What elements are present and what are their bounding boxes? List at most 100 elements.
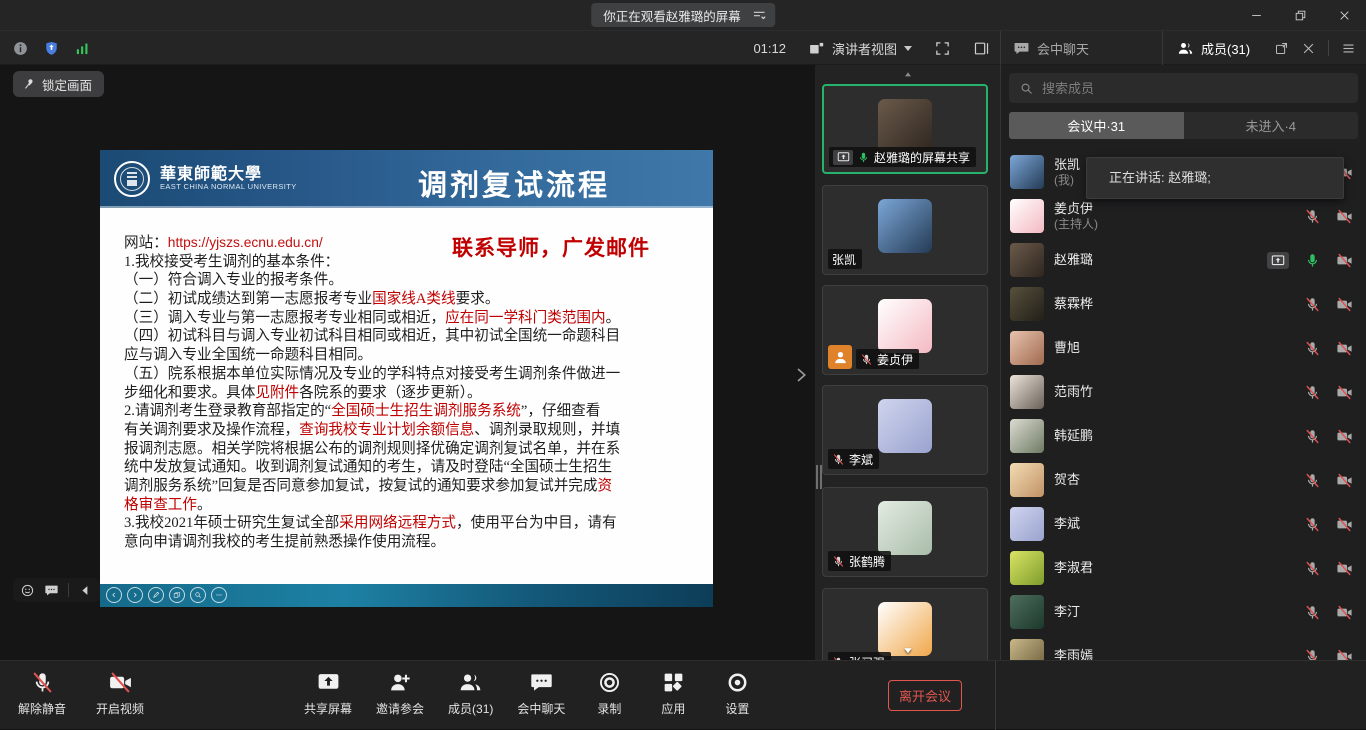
- member-row[interactable]: 李汀: [1001, 590, 1366, 634]
- mic-muted-icon[interactable]: [1304, 472, 1321, 489]
- toolbar-button-settings[interactable]: 设置: [711, 661, 763, 721]
- slide-text-segment: ，使用平台为中目，请有: [456, 515, 617, 531]
- member-row[interactable]: 李斌: [1001, 502, 1366, 546]
- thumbnail-name-label: 张习强: [828, 652, 891, 660]
- member-row[interactable]: 赵雅璐: [1001, 238, 1366, 282]
- member-row[interactable]: 韩延鹏: [1001, 414, 1366, 458]
- mic-on-icon[interactable]: [1304, 252, 1321, 269]
- mic-on-icon: [857, 151, 870, 164]
- emoji-reaction-icon[interactable]: [20, 583, 35, 598]
- participant-name: 姜贞伊: [877, 351, 913, 368]
- minimize-button[interactable]: [1234, 0, 1278, 30]
- toolbar-button-record[interactable]: 录制: [583, 661, 635, 721]
- quick-chat-icon[interactable]: [44, 583, 59, 598]
- slide-text-segment: 要求。: [456, 291, 500, 307]
- share-screen-icon: [316, 670, 341, 695]
- video-thumbnail[interactable]: 姜贞伊: [822, 285, 988, 375]
- search-input[interactable]: [1042, 81, 1322, 96]
- camera-off-icon[interactable]: [1336, 296, 1353, 313]
- member-avatar: [1010, 507, 1044, 541]
- mic-muted-icon[interactable]: [1304, 340, 1321, 357]
- camera-off-icon[interactable]: [1336, 384, 1353, 401]
- network-signal-icon[interactable]: [74, 40, 91, 57]
- camera-off-icon[interactable]: [1336, 472, 1353, 489]
- video-thumbnail[interactable]: 赵雅璐的屏幕共享: [822, 84, 988, 174]
- member-search-box[interactable]: [1009, 73, 1358, 103]
- member-row[interactable]: 李淑君: [1001, 546, 1366, 590]
- leave-meeting-button[interactable]: 离开会议: [888, 680, 962, 711]
- mic-muted-icon[interactable]: [1304, 384, 1321, 401]
- mic-muted-icon[interactable]: [1304, 208, 1321, 225]
- toolbar-button-share-screen[interactable]: 共享屏幕: [298, 661, 358, 721]
- mic-muted-icon[interactable]: [1304, 560, 1321, 577]
- shared-screen-area: 锁定画面 華東師範大學 EAST CHINA NORMAL UNIVERSITY…: [0, 65, 815, 660]
- slide-text-segment: （三）调入专业与第一志愿报考专业相同或相近，: [124, 310, 445, 326]
- video-thumbnail[interactable]: 张凯: [822, 185, 988, 275]
- lock-view-button[interactable]: 锁定画面: [13, 71, 104, 97]
- member-row[interactable]: 蔡霖桦: [1001, 282, 1366, 326]
- participant-avatar: [878, 501, 932, 555]
- mic-muted-icon[interactable]: [1304, 516, 1321, 533]
- member-text: 张凯(我): [1054, 157, 1080, 188]
- fullscreen-icon[interactable]: [934, 40, 951, 57]
- banner-menu-icon[interactable]: [751, 7, 767, 23]
- toolbar-button-invite[interactable]: 邀请参会: [370, 661, 430, 721]
- member-row[interactable]: 范雨竹: [1001, 370, 1366, 414]
- camera-off-icon[interactable]: [1336, 560, 1353, 577]
- view-mode-label: 演讲者视图: [832, 39, 897, 58]
- camera-off-icon[interactable]: [1336, 428, 1353, 445]
- panel-menu-icon[interactable]: [1341, 41, 1356, 56]
- video-thumbnail[interactable]: 李斌: [822, 385, 988, 475]
- close-panel-icon[interactable]: [1301, 41, 1316, 56]
- member-text: 姜贞伊(主持人): [1054, 201, 1098, 232]
- member-row[interactable]: 曹旭: [1001, 326, 1366, 370]
- toolbar-button-apps[interactable]: 应用: [647, 661, 699, 721]
- toolbar-button-label: 设置: [725, 700, 749, 717]
- mic-muted-icon[interactable]: [1304, 296, 1321, 313]
- member-name: 贺杏: [1054, 472, 1080, 488]
- members-panel: 会议中·31 未进入·4 张凯(我) 姜贞伊(主持人) 赵雅璐蔡霖桦曹旭范雨竹韩延鹏…: [1000, 65, 1366, 660]
- scroll-down-icon[interactable]: [900, 645, 916, 656]
- side-panel-icon[interactable]: [973, 40, 990, 57]
- mic-muted-icon[interactable]: [1304, 604, 1321, 621]
- collapse-left-icon[interactable]: [78, 583, 93, 598]
- member-row[interactable]: 李雨嫣: [1001, 634, 1366, 660]
- mic-muted-icon[interactable]: [1304, 648, 1321, 661]
- toolbar-button-cam-off[interactable]: 开启视频: [88, 661, 152, 721]
- member-row[interactable]: 姜贞伊(主持人): [1001, 194, 1366, 238]
- slide-body-text: 网站：https://yjszs.ecnu.edu.cn/1.我校接受考生调剂的…: [124, 234, 699, 552]
- camera-off-icon[interactable]: [1336, 340, 1353, 357]
- info-icon[interactable]: [12, 40, 29, 57]
- mic-muted-icon[interactable]: [1304, 428, 1321, 445]
- camera-off-icon[interactable]: [1336, 648, 1353, 661]
- member-name: 李淑君: [1054, 560, 1093, 576]
- popout-panel-icon[interactable]: [1274, 41, 1289, 56]
- member-row[interactable]: 贺杏: [1001, 458, 1366, 502]
- restore-button[interactable]: [1278, 0, 1322, 30]
- security-shield-icon[interactable]: [43, 40, 60, 57]
- scroll-up-icon[interactable]: [901, 70, 915, 79]
- participant-avatar: [878, 199, 932, 253]
- toolbar-button-members[interactable]: 成员(31): [442, 661, 499, 721]
- participant-name: 张鹤腾: [849, 553, 885, 570]
- camera-off-icon[interactable]: [1336, 208, 1353, 225]
- camera-off-icon[interactable]: [1336, 516, 1353, 533]
- video-thumbnail[interactable]: 张鹤腾: [822, 487, 988, 577]
- member-status-icons: [1304, 428, 1353, 445]
- tab-not-joined[interactable]: 未进入·4: [1184, 112, 1359, 139]
- view-mode-selector[interactable]: 演讲者视图: [808, 39, 912, 58]
- toolbar-button-chat[interactable]: 会中聊天: [511, 661, 571, 721]
- member-status-icons: [1304, 604, 1353, 621]
- camera-off-icon[interactable]: [1336, 604, 1353, 621]
- tab-chat[interactable]: 会中聊天: [1001, 31, 1163, 65]
- close-button[interactable]: [1322, 0, 1366, 30]
- member-text: 曹旭: [1054, 340, 1080, 356]
- toolbar-button-mic-off[interactable]: 解除静音: [10, 661, 74, 721]
- tab-members[interactable]: 成员(31): [1163, 31, 1274, 65]
- tab-in-meeting[interactable]: 会议中·31: [1009, 112, 1184, 139]
- participant-avatar: [878, 99, 932, 153]
- member-status-icons: [1304, 648, 1353, 661]
- member-avatar: [1010, 551, 1044, 585]
- expand-thumbnails-chevron[interactable]: [792, 362, 810, 388]
- camera-off-icon[interactable]: [1336, 252, 1353, 269]
